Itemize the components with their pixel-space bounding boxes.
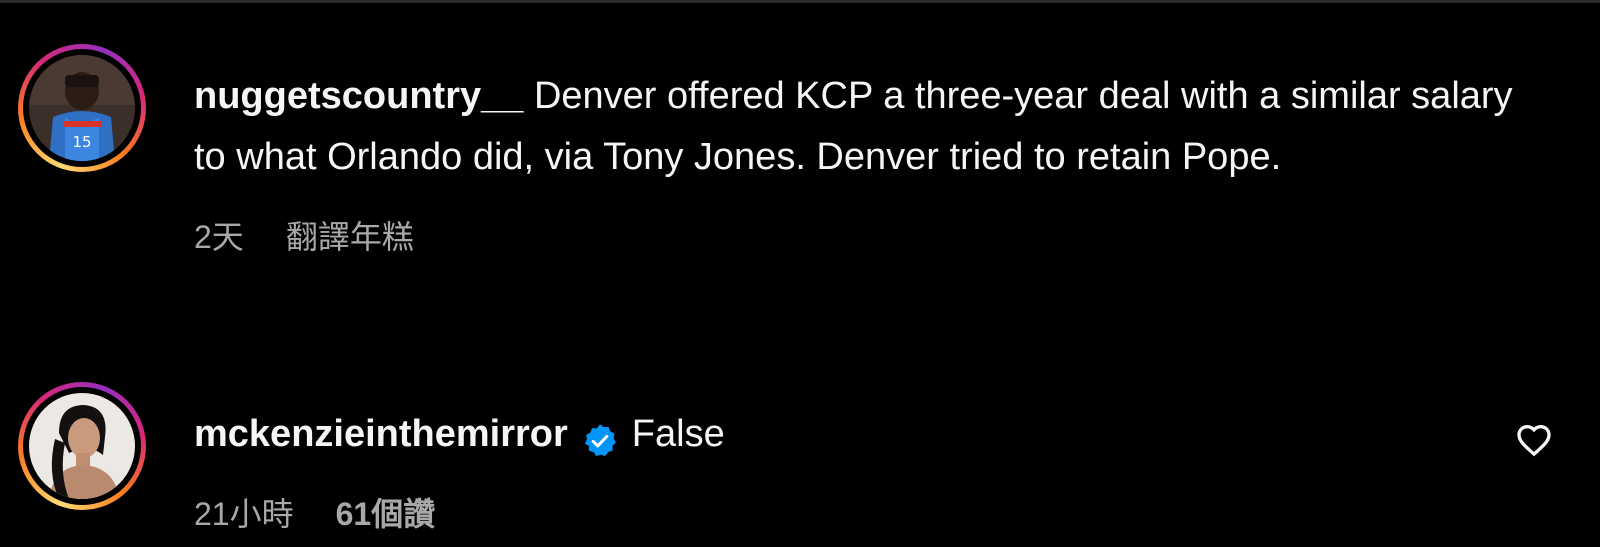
avatar[interactable] <box>29 393 135 499</box>
like-count[interactable]: 61個讚 <box>336 489 436 535</box>
comment-content: nuggetscountry__ Denver offered KCP a th… <box>194 66 1524 258</box>
top-divider <box>0 0 1600 3</box>
comment-content: mckenzieinthemirror False 21小時 61個讚 <box>194 404 1524 535</box>
comment-time[interactable]: 21小時 <box>194 489 294 535</box>
basketball-player-avatar-icon: 15 <box>29 55 135 161</box>
comment-username[interactable]: mckenzieinthemirror <box>194 404 568 465</box>
woman-portrait-avatar-icon <box>29 393 135 499</box>
story-ring[interactable]: 15 <box>18 44 146 172</box>
comment-meta: 2天 翻譯年糕 <box>194 212 1524 258</box>
verified-badge-icon <box>582 417 618 456</box>
comment-text: False <box>631 413 725 455</box>
translate-button[interactable]: 翻譯年糕 <box>286 212 414 258</box>
avatar[interactable]: 15 <box>29 55 135 161</box>
comment-meta: 21小時 61個讚 <box>194 489 1524 535</box>
story-ring[interactable] <box>18 382 146 510</box>
jersey-number: 15 <box>72 133 91 151</box>
heart-outline-icon[interactable] <box>1514 420 1554 460</box>
comment-time[interactable]: 2天 <box>194 212 244 258</box>
comment-username[interactable]: nuggetscountry__ <box>194 75 523 117</box>
